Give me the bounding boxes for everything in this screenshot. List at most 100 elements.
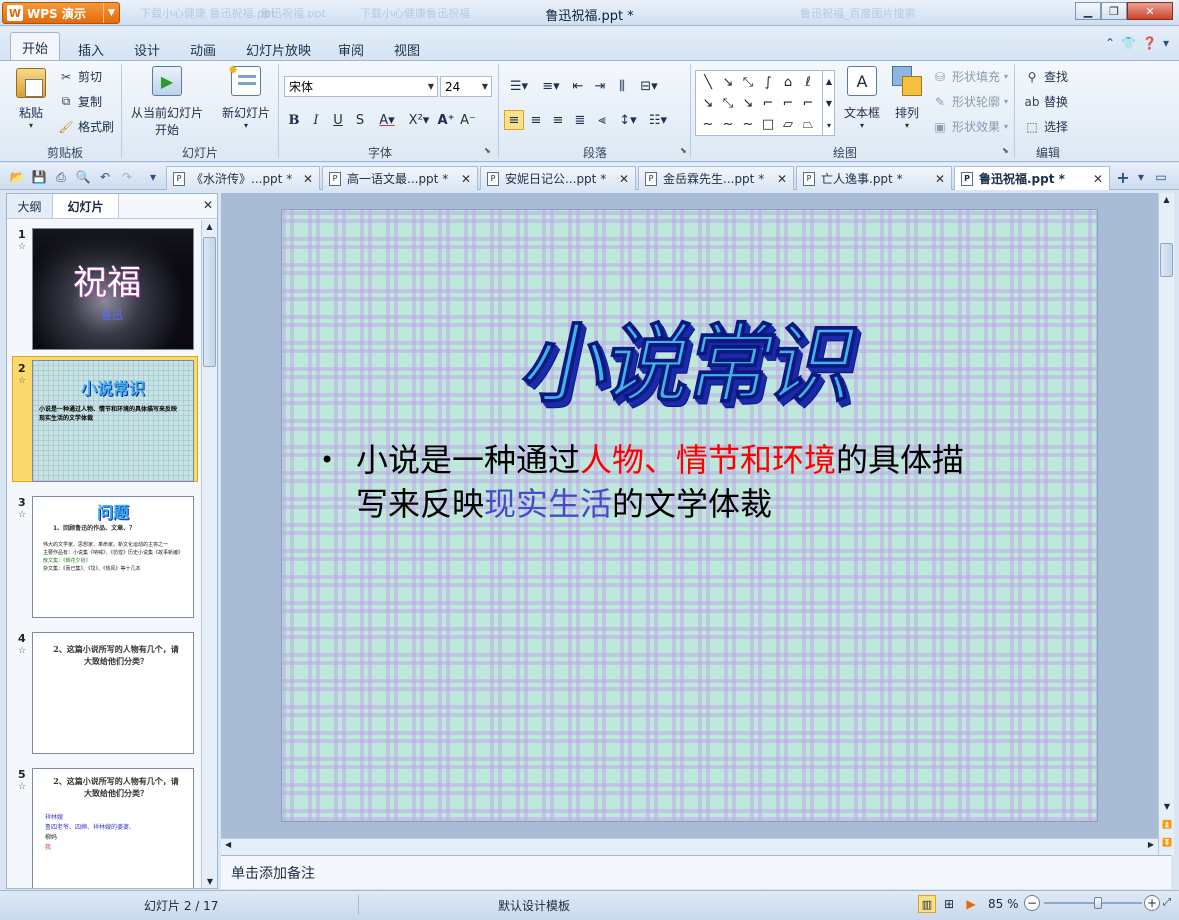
dialog-launcher-icon[interactable]: ⬊ <box>1002 146 1009 155</box>
grow-font-button[interactable]: A⁺ <box>436 110 456 130</box>
connector-shape-icon[interactable]: ↘ <box>740 95 756 111</box>
close-tab-icon[interactable]: ✕ <box>619 172 629 186</box>
line-spacing-button[interactable]: ↕▾ <box>614 110 642 130</box>
chevron-down-icon[interactable]: ▾ <box>1132 168 1150 186</box>
align-center-button[interactable]: ≡ <box>526 110 546 130</box>
new-slide-button[interactable]: ✸ 新幻灯片 ▾ <box>218 63 274 130</box>
connector-shape-icon[interactable]: ↘ <box>700 95 716 111</box>
restore-button[interactable]: ❐ <box>1101 2 1127 20</box>
editor-vertical-scrollbar[interactable]: ▲ ▼ ⏫ ⏬ <box>1158 193 1174 855</box>
curved-connector-icon[interactable]: ∼ <box>740 116 756 132</box>
shapes-gallery[interactable]: ╲ ↘ ⤡ ∫ ⌂ ℓ ↘ ⤡ ↘ ⌐ ⌐ ⌐ ∼ ∼ ∼ □ ▱ ⏢ <box>695 70 835 136</box>
tab-slides[interactable]: 幻灯片 <box>53 194 119 218</box>
tab-outline[interactable]: 大纲 <box>7 194 53 218</box>
tab-slideshow[interactable]: 幻灯片放映 <box>246 38 311 60</box>
skin-icon[interactable]: 👕 <box>1121 36 1136 50</box>
elbow-shape-icon[interactable]: ⌐ <box>780 95 796 111</box>
slide-thumbnail-1[interactable]: 祝福 鲁迅 <box>32 228 194 350</box>
zoom-out-icon[interactable]: − <box>1024 895 1040 911</box>
close-icon[interactable]: ✕ <box>203 198 213 212</box>
bullets-button[interactable]: ☰▾ <box>504 76 534 96</box>
doc-tab[interactable]: P 高一语文最...ppt * ✕ <box>322 166 478 190</box>
columns-button[interactable]: ☷▾ <box>644 110 672 130</box>
slide-body[interactable]: • 小说是一种通过人物、情节和环境的具体描写来反映现实生活的文学体裁 <box>320 438 980 526</box>
distribute-button[interactable]: ⫷ <box>592 110 612 130</box>
font-color-button[interactable]: A▾ <box>372 110 402 130</box>
gallery-scroll[interactable]: ▲ ▼ ▾ <box>822 70 835 136</box>
print-preview-icon[interactable]: 🔍 <box>74 168 92 186</box>
notes-pane[interactable]: 单击添加备注 <box>221 855 1171 889</box>
chevron-down-icon[interactable]: ▾ <box>1163 36 1169 50</box>
close-tab-icon[interactable]: ✕ <box>303 172 313 186</box>
shrink-font-button[interactable]: A⁻ <box>458 110 478 130</box>
zoom-slider-thumb[interactable] <box>1093 897 1102 909</box>
doc-tab[interactable]: P 亡人逸事.ppt * ✕ <box>796 166 952 190</box>
close-tab-icon[interactable]: ✕ <box>777 172 787 186</box>
undo-icon[interactable]: ↶ <box>96 168 114 186</box>
doc-tab-active[interactable]: P 鲁迅祝福.ppt * ✕ <box>954 166 1110 190</box>
close-tab-icon[interactable]: ✕ <box>1093 172 1103 186</box>
curve-shape-icon[interactable]: ∫ <box>760 74 776 90</box>
tab-design[interactable]: 设计 <box>134 38 160 60</box>
shape-outline-button[interactable]: ✎ 形状轮廓 ▾ <box>932 93 1008 110</box>
save-icon[interactable]: 💾 <box>30 168 48 186</box>
numbering-button[interactable]: ≡▾ <box>536 76 566 96</box>
doc-tab[interactable]: P 《水浒传》...ppt * ✕ <box>166 166 320 190</box>
minimize-button[interactable]: ▁ <box>1075 2 1101 20</box>
slide-thumbnail-5[interactable]: 2、这篇小说所写的人物有几个，请大致给他们分类？ 祥林嫂 鲁四老爷、四婶、祥林嫂… <box>32 768 194 888</box>
new-tab-icon[interactable]: + <box>1114 168 1132 187</box>
dialog-launcher-icon[interactable]: ⬊ <box>680 146 687 155</box>
play-from-current-button[interactable]: ▶ 从当前幻灯片 开始 <box>128 66 206 138</box>
thumbnail-scrollbar[interactable]: ▲ ▼ <box>201 220 217 888</box>
scribble-shape-icon[interactable]: ℓ <box>800 74 816 90</box>
trapezoid-shape-icon[interactable]: ⏢ <box>800 116 816 132</box>
slide-sorter-icon[interactable]: ⊞ <box>940 895 958 913</box>
superscript-button[interactable]: X²▾ <box>404 110 434 130</box>
font-size-select[interactable]: 24 ▼ <box>440 76 492 97</box>
align-right-button[interactable]: ≡ <box>548 110 568 130</box>
tab-review[interactable]: 审阅 <box>338 38 364 60</box>
editor-horizontal-scrollbar[interactable]: ◀ ▶ <box>221 838 1158 855</box>
cut-button[interactable]: ✂ 剪切 <box>58 68 102 85</box>
redo-icon[interactable]: ↷ <box>118 168 136 186</box>
current-slide[interactable]: 小说常识 • 小说是一种通过人物、情节和环境的具体描写来反映现实生活的文学体裁 <box>281 209 1098 822</box>
arrow-shape-icon[interactable]: ↘ <box>720 74 736 90</box>
line-shape-icon[interactable]: ╲ <box>700 74 716 90</box>
double-arrow-shape-icon[interactable]: ⤡ <box>740 74 756 90</box>
dialog-launcher-icon[interactable]: ⬊ <box>484 146 491 155</box>
help-icon[interactable]: ❓ <box>1142 36 1157 50</box>
connector-shape-icon[interactable]: ⤡ <box>720 95 736 111</box>
align-text-button[interactable]: ⊟▾ <box>634 76 664 96</box>
justify-button[interactable]: ≣ <box>570 110 590 130</box>
shape-effect-button[interactable]: ▣ 形状效果 ▾ <box>932 118 1008 135</box>
tab-list-icon[interactable]: ▭ <box>1152 168 1170 186</box>
curved-connector-icon[interactable]: ∼ <box>700 116 716 132</box>
close-tab-icon[interactable]: ✕ <box>935 172 945 186</box>
print-icon[interactable]: ⎙ <box>52 168 70 186</box>
curved-connector-icon[interactable]: ∼ <box>720 116 736 132</box>
slide-thumbnail-3[interactable]: 问题 1、回顾鲁迅的作品、文章、？ 伟大的文学家、思想家、革命家。新文化运动的主… <box>32 496 194 618</box>
bold-button[interactable]: B <box>284 110 304 130</box>
tab-insert[interactable]: 插入 <box>78 38 104 60</box>
textbox-button[interactable]: A 文本框 ▾ <box>840 66 884 130</box>
collapse-ribbon-icon[interactable]: ⌃ <box>1105 36 1115 50</box>
find-button[interactable]: ⚲ 查找 <box>1024 68 1068 85</box>
zoom-in-icon[interactable]: + <box>1144 895 1160 911</box>
rectangle-shape-icon[interactable]: □ <box>760 116 776 132</box>
decrease-indent-button[interactable]: ⇤ <box>568 76 588 96</box>
tab-home[interactable]: 开始 <box>10 32 60 61</box>
select-button[interactable]: ⬚ 选择 <box>1024 118 1068 135</box>
slideshow-view-icon[interactable]: ▶ <box>962 895 980 913</box>
elbow-shape-icon[interactable]: ⌐ <box>800 95 816 111</box>
text-direction-button[interactable]: ⫼ <box>612 76 632 96</box>
italic-button[interactable]: I <box>306 110 326 130</box>
tab-animation[interactable]: 动画 <box>190 38 216 60</box>
close-tab-icon[interactable]: ✕ <box>461 172 471 186</box>
normal-view-icon[interactable]: ▥ <box>918 895 936 913</box>
font-name-select[interactable]: 宋体 ▼ <box>284 76 438 97</box>
tab-view[interactable]: 视图 <box>394 38 420 60</box>
elbow-shape-icon[interactable]: ⌐ <box>760 95 776 111</box>
close-button[interactable]: ✕ <box>1127 2 1173 20</box>
open-folder-icon[interactable]: 📂 <box>8 168 26 186</box>
align-left-button[interactable]: ≡ <box>504 110 524 130</box>
